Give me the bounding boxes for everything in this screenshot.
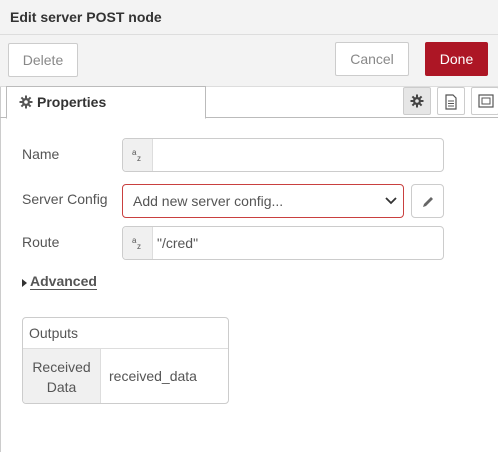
output-key: Received Data	[23, 349, 101, 403]
document-icon	[445, 94, 457, 110]
cancel-button[interactable]: Cancel	[335, 42, 409, 76]
string-type-icon[interactable]: a z	[123, 227, 153, 259]
output-key-line2: Data	[46, 379, 77, 395]
server-config-select[interactable]: Add new server config...	[122, 184, 404, 218]
chevron-down-icon	[385, 197, 397, 205]
outputs-header: Outputs	[23, 318, 228, 349]
route-field[interactable]: a z	[122, 226, 444, 260]
outputs-table: Outputs Received Data received_data	[22, 317, 229, 404]
tab-button-settings[interactable]	[403, 87, 431, 115]
frame-icon	[478, 94, 494, 108]
title-bar: Edit server POST node	[0, 0, 498, 35]
output-value: received_data	[109, 368, 197, 384]
pencil-icon	[423, 197, 433, 207]
string-type-icon[interactable]: a z	[123, 139, 153, 171]
caret-right-icon	[22, 279, 27, 287]
name-input[interactable]	[154, 139, 434, 171]
server-config-selected: Add new server config...	[133, 193, 284, 209]
route-input[interactable]	[154, 227, 434, 259]
delete-button[interactable]: Delete	[8, 43, 78, 77]
dialog-title: Edit server POST node	[10, 9, 162, 25]
button-bar: Delete Cancel Done	[0, 35, 498, 87]
tab-properties[interactable]: Properties	[6, 86, 206, 119]
done-button[interactable]: Done	[425, 42, 488, 76]
route-label: Route	[22, 234, 60, 250]
tab-properties-label: Properties	[37, 94, 107, 110]
advanced-label: Advanced	[30, 273, 97, 290]
name-label: Name	[22, 146, 60, 162]
server-config-label: Server Config	[22, 191, 108, 207]
svg-text:z: z	[137, 154, 141, 162]
tab-button-description[interactable]	[437, 87, 465, 115]
tab-row: Properties	[0, 86, 498, 119]
edit-server-config-button[interactable]	[411, 184, 444, 218]
name-field[interactable]: a z	[122, 138, 444, 172]
gear-icon	[410, 94, 424, 108]
output-key-line1: Received	[32, 359, 91, 375]
svg-text:z: z	[137, 242, 141, 250]
gear-icon	[19, 95, 33, 109]
tab-button-appearance[interactable]	[471, 87, 498, 115]
